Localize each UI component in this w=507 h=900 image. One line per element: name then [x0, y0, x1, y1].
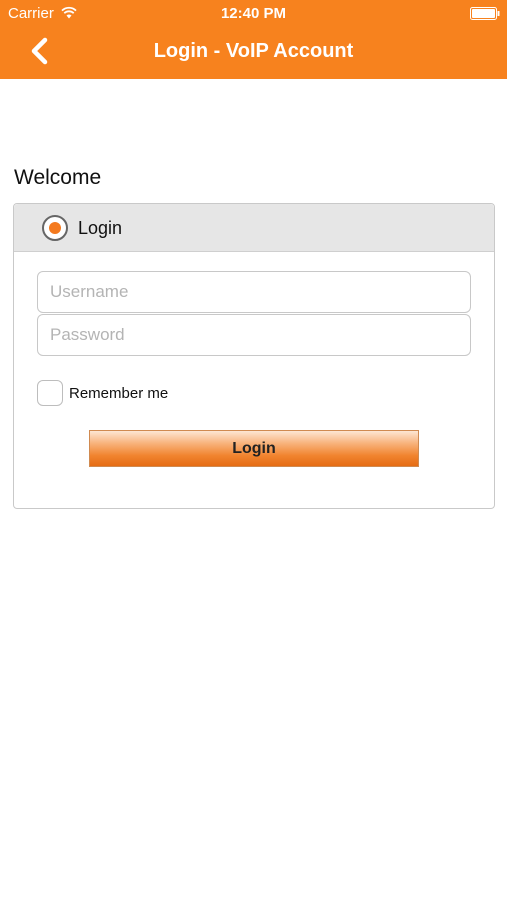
status-bar: Carrier 12:40 PM — [0, 0, 507, 28]
navigation-bar: Login - VoIP Account — [0, 28, 507, 79]
remember-me-checkbox[interactable] — [37, 380, 63, 406]
login-button[interactable]: Login — [89, 430, 419, 467]
login-option-header: Login — [14, 204, 494, 252]
battery-icon — [470, 7, 500, 20]
welcome-heading: Welcome — [14, 166, 102, 189]
login-option-label: Login — [78, 218, 123, 238]
page-title: Login - VoIP Account — [153, 40, 354, 62]
login-radio-button[interactable] — [42, 215, 68, 241]
remember-me-label: Remember me — [69, 385, 169, 402]
login-panel: Login Remember me Login — [13, 203, 495, 509]
radio-selected-dot — [49, 222, 61, 234]
password-input[interactable] — [37, 314, 471, 356]
status-time: 12:40 PM — [220, 5, 287, 22]
app-header: Carrier 12:40 PM Login - VoIP Account — [0, 0, 507, 79]
username-input[interactable] — [37, 271, 471, 313]
